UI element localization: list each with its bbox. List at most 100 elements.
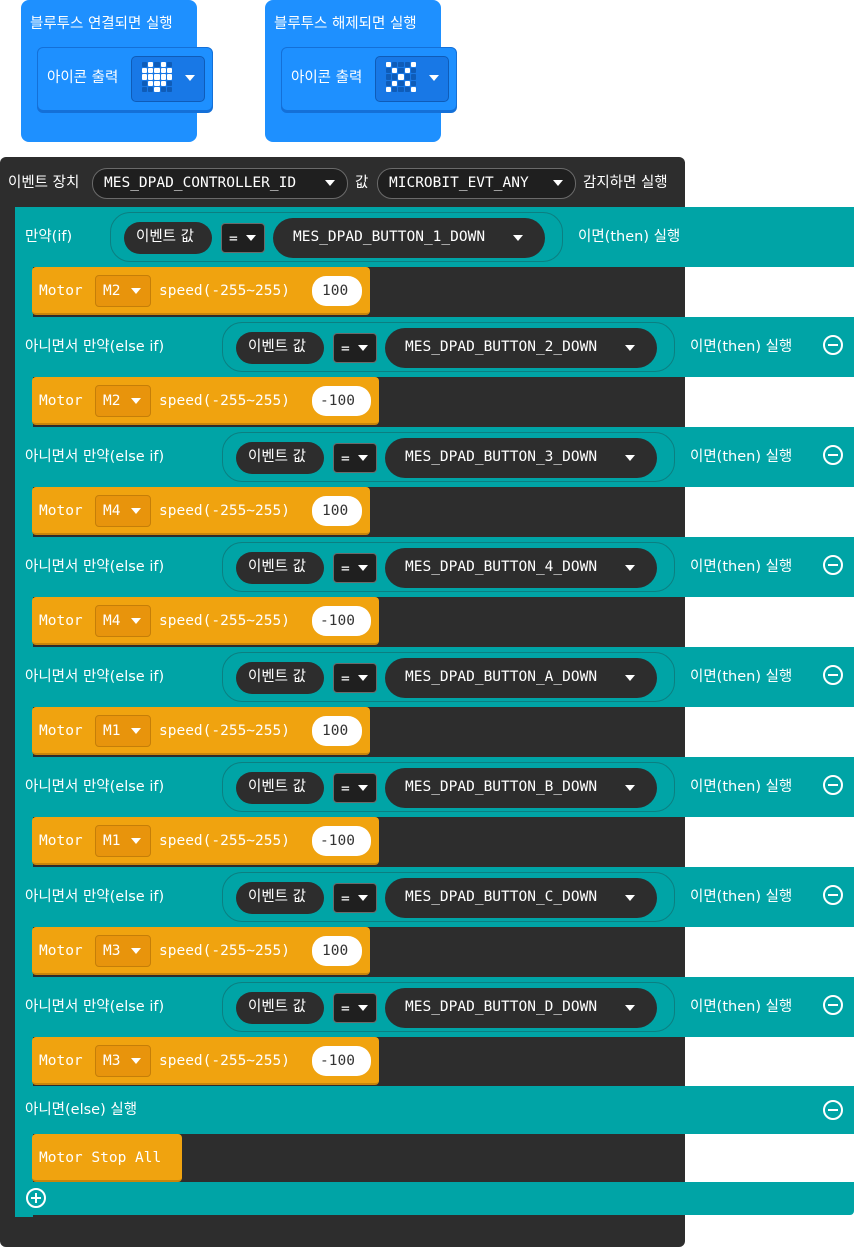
led-pixel [160,68,166,74]
chevron-down-icon [358,1005,368,1011]
led-pixel [148,74,154,80]
then-label: 이면(then) 실행 [690,339,793,355]
operator-value: = [341,671,350,687]
if-block-footer [15,1182,854,1215]
remove-branch-icon[interactable] [823,1100,843,1120]
led-pixel [410,80,416,86]
event-value-reporter-label: 이벤트 값 [248,779,306,795]
operator-dropdown[interactable] [333,663,377,693]
then-label: 이면(then) 실행 [690,889,793,905]
motor-label: Motor [39,943,83,959]
motor-port-value: M1 [103,833,121,849]
event-value-reporter-label: 이벤트 값 [248,559,306,575]
event-device-value: MES_DPAD_CONTROLLER_ID [104,175,297,191]
operator-value: = [229,231,238,247]
led-pixel [392,80,398,86]
add-branch-icon[interactable] [26,1188,46,1208]
operator-dropdown[interactable] [333,443,377,473]
led-pixel [398,74,404,80]
button-dropdown-value: MES_DPAD_BUTTON_3_DOWN [405,449,598,465]
remove-branch-icon[interactable] [823,885,843,905]
motor-port-value: M3 [103,943,121,959]
chevron-down-icon [131,728,141,734]
led-pixel [160,62,166,68]
speed-label: speed(-255~255) [159,943,290,959]
speed-value: 100 [322,503,349,519]
chevron-down-icon [553,180,563,186]
led-pixel [404,68,410,74]
event-suffix-label: 감지하면 실행 [583,175,668,191]
chevron-down-icon [131,618,141,624]
motor-port-value: M2 [103,393,121,409]
led-pixel [160,86,166,92]
led-pixel [398,80,404,86]
led-pixel [166,80,172,86]
chevron-down-icon [131,948,141,954]
operator-dropdown[interactable] [333,773,377,803]
led-pixel [148,80,154,86]
motor-port-value: M2 [103,283,121,299]
chevron-down-icon [131,1058,141,1064]
speed-label: speed(-255~255) [159,283,290,299]
led-pixel [154,74,160,80]
speed-label: speed(-255~255) [159,503,290,519]
then-label: 이면(then) 실행 [578,229,681,245]
led-pixel [142,74,148,80]
event-value-reporter-label: 이벤트 값 [248,889,306,905]
chevron-down-icon [246,235,256,241]
led-pixel [392,68,398,74]
chevron-down-icon [429,75,439,81]
chevron-down-icon [131,838,141,844]
chevron-down-icon [625,345,635,351]
remove-branch-icon[interactable] [823,995,843,1015]
chevron-down-icon [358,345,368,351]
then-label: 이면(then) 실행 [690,999,793,1015]
chevron-down-icon [625,455,635,461]
remove-branch-icon[interactable] [823,665,843,685]
button-dropdown-value: MES_DPAD_BUTTON_1_DOWN [293,229,486,245]
led-pixel [160,74,166,80]
led-pixel [148,86,154,92]
condition-label: 아니면서 만약(else if) [25,669,165,685]
led-pixel [386,86,392,92]
led-pixel [386,68,392,74]
operator-value: = [341,451,350,467]
operator-dropdown[interactable] [333,883,377,913]
motor-port-value: M4 [103,503,121,519]
operator-dropdown[interactable] [221,223,265,253]
led-pixel [410,62,416,68]
led-pixel [142,68,148,74]
remove-branch-icon[interactable] [823,775,843,795]
operator-dropdown[interactable] [333,993,377,1023]
motor-label: Motor [39,393,83,409]
then-label: 이면(then) 실행 [690,779,793,795]
event-value-reporter-label: 이벤트 값 [248,339,306,355]
x-led-icon [386,62,416,92]
speed-value: 100 [322,723,349,739]
show-icon-label: 아이콘 출력 [291,70,363,86]
condition-label: 아니면서 만약(else if) [25,999,165,1015]
operator-dropdown[interactable] [333,333,377,363]
led-pixel [386,80,392,86]
led-pixel [154,86,160,92]
led-pixel [142,86,148,92]
remove-branch-icon[interactable] [823,445,843,465]
led-pixel [404,74,410,80]
button-dropdown-value: MES_DPAD_BUTTON_A_DOWN [405,669,598,685]
chevron-down-icon [325,180,335,186]
operator-value: = [341,561,350,577]
motor-label: Motor [39,723,83,739]
button-dropdown-value: MES_DPAD_BUTTON_4_DOWN [405,559,598,575]
motor-stop-label: Motor Stop All [39,1150,162,1166]
remove-branch-icon[interactable] [823,335,843,355]
button-dropdown-value: MES_DPAD_BUTTON_D_DOWN [405,999,598,1015]
remove-branch-icon[interactable] [823,555,843,575]
operator-dropdown[interactable] [333,553,377,583]
else-label: 아니면(else) 실행 [25,1102,138,1118]
operator-value: = [341,781,350,797]
event-value-reporter-label: 이벤트 값 [248,449,306,465]
condition-label: 아니면서 만약(else if) [25,449,165,465]
button-dropdown-value: MES_DPAD_BUTTON_2_DOWN [405,339,598,355]
condition-label: 만약(if) [25,229,73,245]
else-row[interactable] [15,1086,854,1134]
